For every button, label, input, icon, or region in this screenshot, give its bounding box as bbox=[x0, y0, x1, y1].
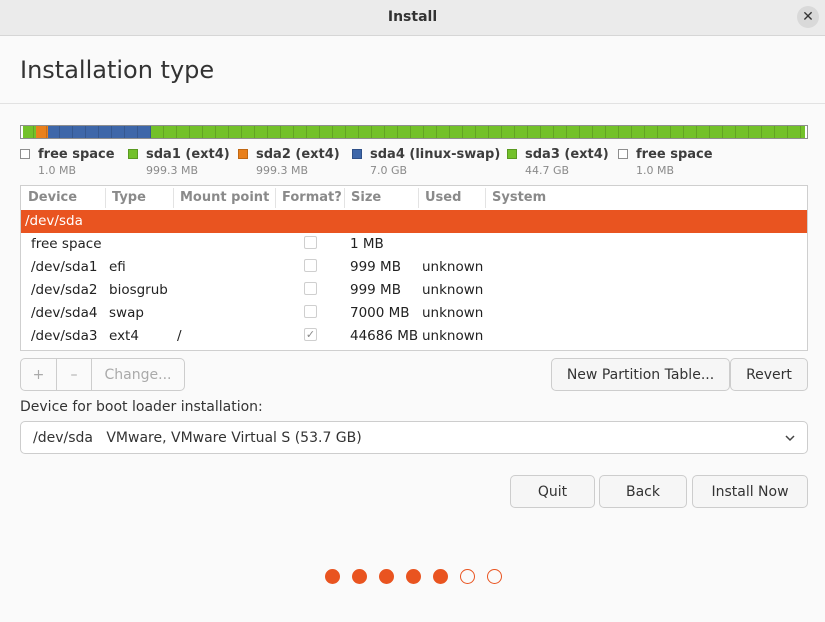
cell-size: 44686 MB bbox=[350, 328, 419, 344]
partition-bar-segment bbox=[35, 126, 49, 138]
partition-bar-segment bbox=[23, 126, 36, 138]
remove-partition-button[interactable]: – bbox=[56, 359, 91, 390]
header-divider bbox=[0, 103, 825, 104]
cell-mount-point: / bbox=[177, 328, 182, 344]
table-row[interactable]: /dev/sda1 efi 999 MB unknown bbox=[21, 256, 807, 279]
cell-size: 999 MB bbox=[350, 259, 401, 275]
legend-swatch bbox=[352, 149, 362, 159]
quit-button[interactable]: Quit bbox=[510, 475, 595, 508]
revert-button[interactable]: Revert bbox=[730, 358, 808, 391]
boot-loader-label: Device for boot loader installation: bbox=[20, 399, 263, 415]
cell-device: /dev/sda2 bbox=[31, 282, 98, 298]
format-checkbox[interactable]: ✓ bbox=[304, 328, 317, 341]
boot-loader-device: /dev/sda VMware, VMware Virtual S (53.7 … bbox=[33, 430, 362, 446]
window-title: Install bbox=[387, 9, 438, 25]
format-checkbox[interactable] bbox=[304, 305, 317, 318]
progress-dot-pending bbox=[487, 569, 502, 584]
progress-dot-pending bbox=[460, 569, 475, 584]
cell-device: /dev/sda bbox=[25, 213, 83, 229]
legend-swatch bbox=[238, 149, 248, 159]
column-header[interactable]: Mount point bbox=[180, 190, 269, 205]
cell-device: free space bbox=[31, 236, 102, 252]
cell-type: ext4 bbox=[109, 328, 139, 344]
cell-size: 1 MB bbox=[350, 236, 384, 252]
partition-table[interactable]: Device Type Mount point Format? Size Used Syst… bbox=[20, 185, 808, 351]
cell-device: /dev/sda1 bbox=[31, 259, 98, 275]
legend-size: 1.0 MB bbox=[38, 164, 77, 177]
cell-device: /dev/sda3 bbox=[31, 328, 98, 344]
install-now-button[interactable]: Install Now bbox=[692, 475, 808, 508]
partition-bar-segment bbox=[804, 126, 807, 138]
table-row[interactable]: /dev/sda2 biosgrub 999 MB unknown bbox=[21, 279, 807, 302]
format-checkbox[interactable] bbox=[304, 236, 317, 249]
back-button[interactable]: Back bbox=[599, 475, 687, 508]
partition-bar-segment bbox=[48, 126, 151, 138]
cell-used: unknown bbox=[422, 282, 484, 298]
new-partition-table-button[interactable]: New Partition Table... bbox=[551, 358, 730, 391]
legend-size: 999.3 MB bbox=[256, 164, 309, 177]
column-divider bbox=[173, 188, 174, 208]
column-header[interactable]: Type bbox=[112, 190, 146, 205]
cell-size: 999 MB bbox=[350, 282, 401, 298]
column-header[interactable]: System bbox=[492, 190, 546, 205]
table-row[interactable]: /dev/sda4 swap 7000 MB unknown bbox=[21, 302, 807, 325]
progress-dot-complete bbox=[352, 569, 367, 584]
legend-name: free space bbox=[636, 147, 713, 162]
boot-loader-select[interactable]: /dev/sda VMware, VMware Virtual S (53.7 … bbox=[20, 421, 808, 454]
legend-name: sda4 (linux-swap) bbox=[370, 147, 501, 162]
legend-name: sda2 (ext4) bbox=[256, 147, 340, 162]
format-checkbox[interactable] bbox=[304, 282, 317, 295]
change-partition-button[interactable]: Change... bbox=[91, 359, 184, 390]
legend-size: 1.0 MB bbox=[636, 164, 675, 177]
column-header[interactable]: Used bbox=[425, 190, 461, 205]
cell-used: unknown bbox=[422, 259, 484, 275]
column-divider bbox=[344, 188, 345, 208]
column-header[interactable]: Device bbox=[28, 190, 77, 205]
legend-name: sda1 (ext4) bbox=[146, 147, 230, 162]
cell-used: unknown bbox=[422, 328, 484, 344]
chevron-down-icon bbox=[785, 435, 795, 442]
table-header: Device Type Mount point Format? Size Used Syst… bbox=[21, 186, 807, 210]
column-header[interactable]: Format? bbox=[282, 190, 342, 205]
column-divider bbox=[105, 188, 106, 208]
cell-type: efi bbox=[109, 259, 126, 275]
legend-size: 7.0 GB bbox=[370, 164, 408, 177]
table-row[interactable]: /dev/sda3 ext4 / ✓ 44686 MB unknown bbox=[21, 325, 807, 348]
cell-used: unknown bbox=[422, 305, 484, 321]
table-row[interactable]: free space 1 MB bbox=[21, 233, 807, 256]
legend-name: sda3 (ext4) bbox=[525, 147, 609, 162]
partition-edit-buttons: + – Change... bbox=[20, 358, 185, 391]
partition-bar-segment bbox=[150, 126, 805, 138]
progress-dot-complete bbox=[325, 569, 340, 584]
title-bar: Install ✕ bbox=[0, 0, 825, 36]
column-header[interactable]: Size bbox=[351, 190, 381, 205]
legend-size: 999.3 MB bbox=[146, 164, 199, 177]
column-divider bbox=[485, 188, 486, 208]
legend-size: 44.7 GB bbox=[525, 164, 570, 177]
legend-swatch bbox=[618, 149, 628, 159]
cell-type: swap bbox=[109, 305, 144, 321]
table-row[interactable]: /dev/sda bbox=[21, 210, 807, 233]
legend-swatch bbox=[20, 149, 30, 159]
progress-dot-complete bbox=[406, 569, 421, 584]
partition-bar bbox=[20, 125, 808, 139]
column-divider bbox=[275, 188, 276, 208]
legend-swatch bbox=[507, 149, 517, 159]
legend-name: free space bbox=[38, 147, 115, 162]
progress-dot-complete bbox=[433, 569, 448, 584]
add-partition-button[interactable]: + bbox=[21, 359, 56, 390]
cell-size: 7000 MB bbox=[350, 305, 410, 321]
legend-swatch bbox=[128, 149, 138, 159]
format-checkbox[interactable] bbox=[304, 259, 317, 272]
cell-type: biosgrub bbox=[109, 282, 168, 298]
page-title: Installation type bbox=[20, 56, 215, 84]
cell-device: /dev/sda4 bbox=[31, 305, 98, 321]
close-icon[interactable]: ✕ bbox=[797, 6, 819, 28]
progress-dot-complete bbox=[379, 569, 394, 584]
column-divider bbox=[418, 188, 419, 208]
